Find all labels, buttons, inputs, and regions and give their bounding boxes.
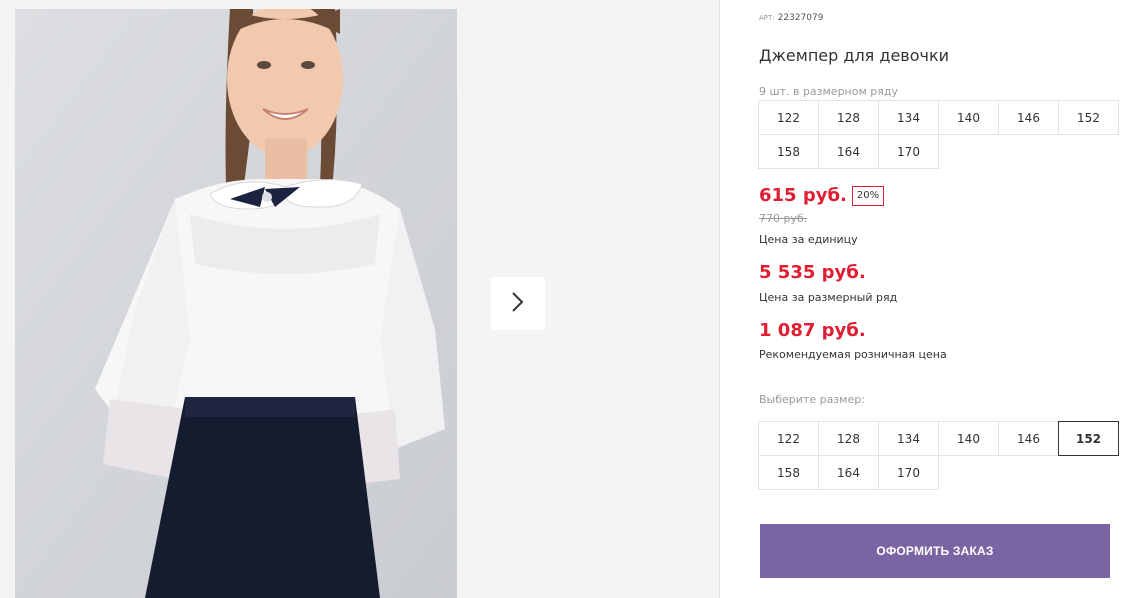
size-option[interactable]: 128	[818, 421, 879, 456]
unit-price-caption: Цена за единицу	[759, 233, 858, 246]
discount-badge: 20%	[851, 185, 885, 206]
size-option[interactable]: 158	[758, 455, 819, 490]
product-photo[interactable]	[15, 9, 457, 598]
range-size-cell: 140	[938, 100, 999, 135]
select-size-label: Выберите размер:	[759, 393, 865, 406]
unit-price: 615 руб.	[759, 185, 847, 206]
article-number: АРТ: 22327079	[759, 13, 823, 23]
size-option[interactable]: 122	[758, 421, 819, 456]
old-price: 770 руб.	[759, 212, 808, 225]
size-option[interactable]: 170	[878, 455, 939, 490]
gallery-next-button[interactable]	[491, 277, 545, 330]
range-size-cell: 146	[998, 100, 1059, 135]
article-label: АРТ:	[759, 14, 775, 22]
range-size-cell: 164	[818, 134, 879, 169]
range-size-cell: 128	[818, 100, 879, 135]
chevron-right-icon	[511, 291, 525, 316]
range-size-cell: 152	[1058, 100, 1119, 135]
size-selector: 122 128 134 140 146 152 158 164 170	[758, 421, 1119, 490]
product-title: Джемпер для девочки	[759, 46, 950, 65]
place-order-button[interactable]: ОФОРМИТЬ ЗАКАЗ	[760, 524, 1110, 578]
size-range-grid: 122 128 134 140 146 152 158 164 170	[758, 100, 1119, 169]
unit-price-row: 615 руб. 20%	[759, 185, 885, 206]
size-range-note: 9 шт. в размерном ряду	[759, 85, 898, 98]
product-info-panel: АРТ: 22327079 Джемпер для девочки 9 шт. в…	[758, 0, 1119, 598]
range-size-cell: 134	[878, 100, 939, 135]
size-option[interactable]: 134	[878, 421, 939, 456]
article-value: 22327079	[777, 13, 824, 23]
range-price-caption: Цена за размерный ряд	[759, 291, 898, 304]
size-option[interactable]: 146	[998, 421, 1059, 456]
retail-price: 1 087 руб.	[759, 320, 866, 341]
size-option-selected[interactable]: 152	[1058, 421, 1119, 456]
range-size-cell: 158	[758, 134, 819, 169]
range-size-cell: 122	[758, 100, 819, 135]
product-photo-image	[15, 9, 457, 598]
product-gallery	[0, 0, 720, 598]
range-price: 5 535 руб.	[759, 262, 866, 283]
retail-price-caption: Рекомендуемая розничная цена	[759, 348, 947, 361]
size-option[interactable]: 164	[818, 455, 879, 490]
size-option[interactable]: 140	[938, 421, 999, 456]
range-size-cell: 170	[878, 134, 939, 169]
